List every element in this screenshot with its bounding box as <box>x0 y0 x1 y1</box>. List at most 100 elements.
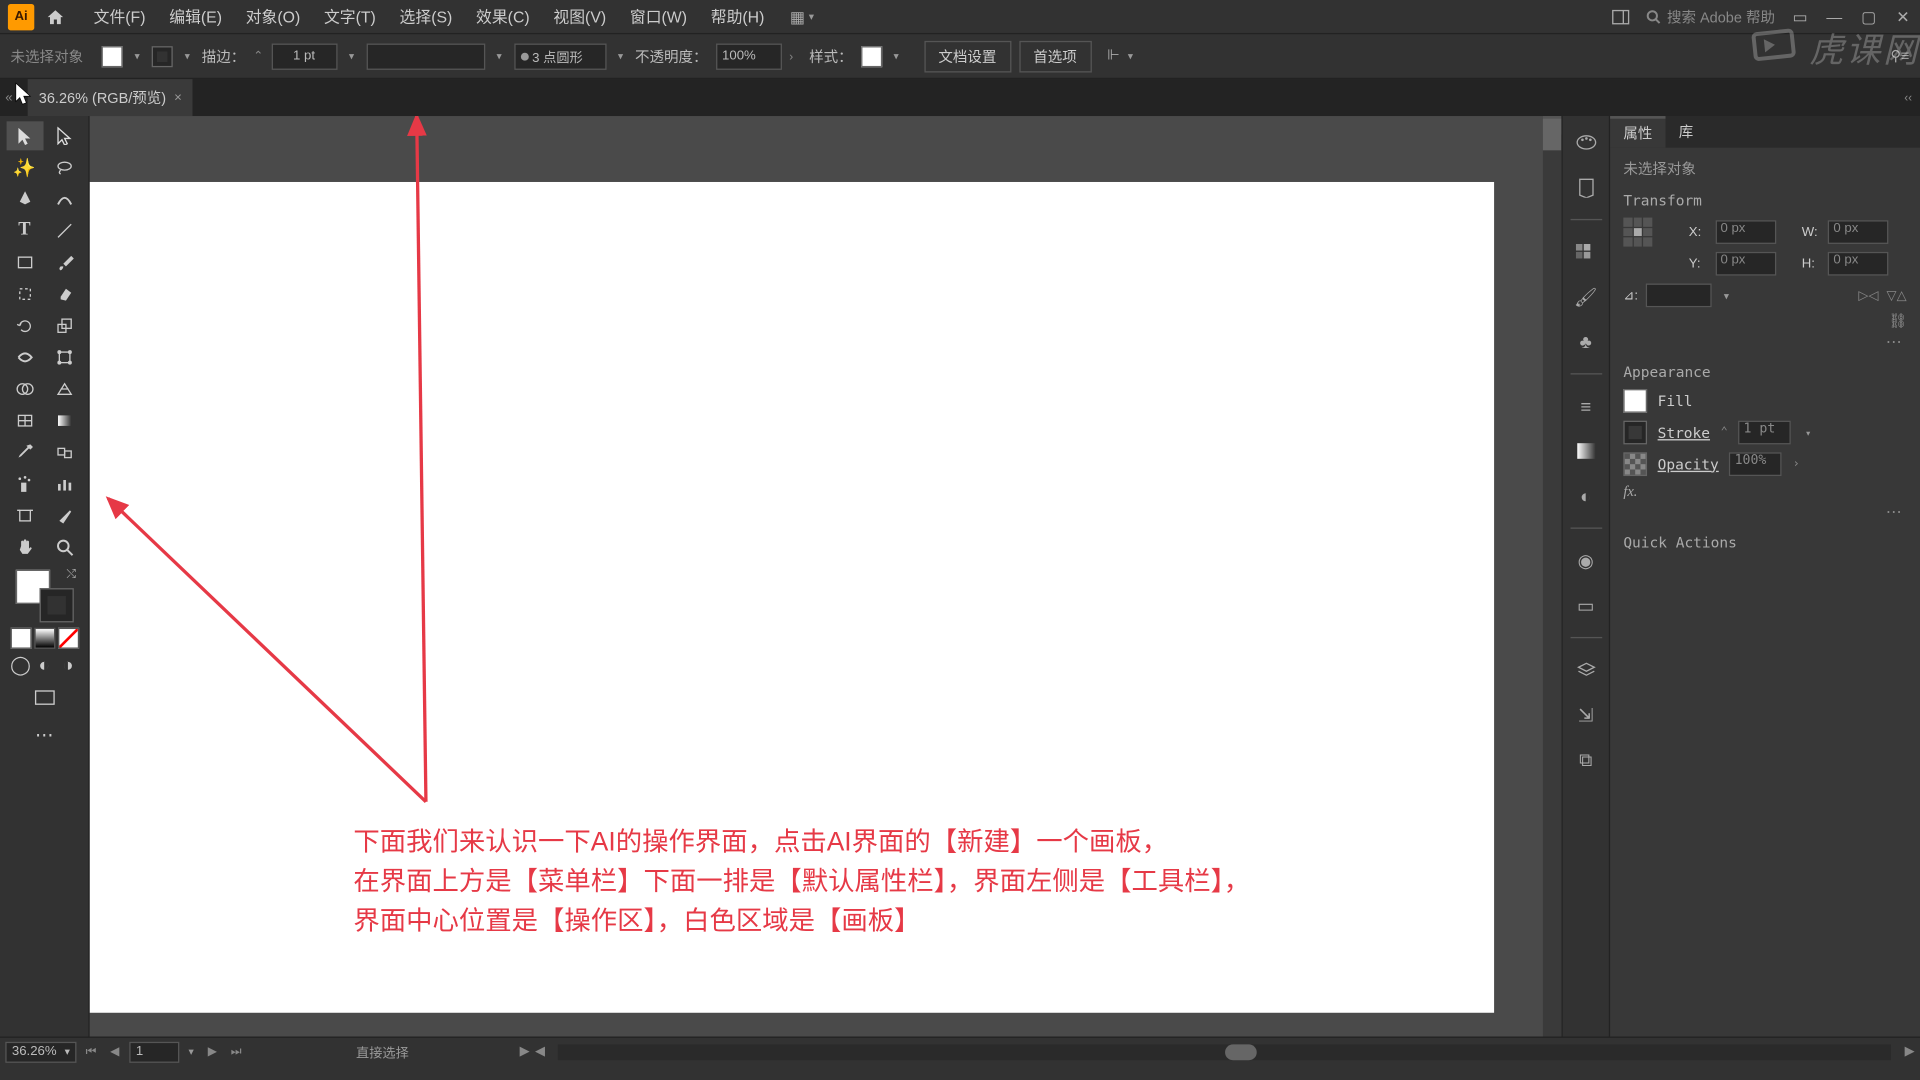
brush-dd[interactable]: 3 点圆形 <box>514 43 606 69</box>
graphic-styles-panel-icon[interactable]: ▭ <box>1570 589 1602 621</box>
link-wh-icon[interactable]: ⛓ <box>1888 313 1906 330</box>
transparency-panel-icon[interactable]: ◐ <box>1570 480 1602 512</box>
menu-file[interactable]: 文件(F) <box>82 0 158 33</box>
opacity-input[interactable]: 100% <box>715 43 781 69</box>
stroke-weight-dd[interactable] <box>345 47 358 65</box>
color-panel-icon[interactable] <box>1570 127 1602 159</box>
share-icon[interactable]: ▭ <box>1786 3 1815 29</box>
drawmode-normal[interactable]: ◯ <box>10 654 31 675</box>
paintbrush-tool[interactable] <box>45 248 82 277</box>
mesh-tool[interactable] <box>6 406 43 435</box>
eyedropper-tool[interactable] <box>6 438 43 467</box>
search-box[interactable]: 搜索 Adobe 帮助 <box>1646 6 1775 27</box>
eraser-tool[interactable] <box>45 280 82 309</box>
menu-select[interactable]: 选择(S) <box>388 0 464 33</box>
h-input[interactable]: 0 px <box>1828 252 1889 276</box>
document-tab-close[interactable]: × <box>174 90 182 105</box>
symbol-sprayer-tool[interactable] <box>6 469 43 498</box>
drawmode-inside[interactable]: ◑ <box>57 654 78 675</box>
lasso-tool[interactable] <box>45 153 82 182</box>
artboards-panel-icon[interactable]: ⧉ <box>1570 744 1602 776</box>
scale-tool[interactable] <box>45 311 82 340</box>
w-input[interactable]: 0 px <box>1828 220 1889 244</box>
stroke-weight-input[interactable]: 1 pt <box>271 43 337 69</box>
curvature-tool[interactable] <box>45 185 82 214</box>
gradient-tool[interactable] <box>45 406 82 435</box>
artboard-number[interactable]: 1 <box>129 1041 179 1062</box>
var-width-profile[interactable] <box>366 43 485 69</box>
doc-setup-button[interactable]: 文档设置 <box>924 40 1011 72</box>
last-artboard-icon[interactable]: ⏭ <box>227 1042 245 1060</box>
preferences-button[interactable]: 首选项 <box>1019 40 1092 72</box>
appearance-options[interactable]: ⋯ <box>1623 500 1907 524</box>
gradient-panel-icon[interactable] <box>1570 435 1602 467</box>
menu-window[interactable]: 窗口(W) <box>618 0 699 33</box>
magic-wand-tool[interactable]: ✨ <box>6 153 43 182</box>
type-tool[interactable]: T <box>6 216 43 245</box>
selection-tool[interactable] <box>6 121 43 150</box>
panel-collapse-icon[interactable]: ‹‹ <box>1904 79 1920 116</box>
prev-artboard-icon[interactable]: ◀ <box>105 1042 123 1060</box>
tab-properties[interactable]: 属性 <box>1610 116 1665 148</box>
opacity-input-panel[interactable]: 100% <box>1729 452 1782 476</box>
y-input[interactable]: 0 px <box>1715 252 1776 276</box>
flip-v-icon[interactable]: ▽△ <box>1887 288 1907 303</box>
symbols-panel-icon[interactable]: ♣ <box>1570 326 1602 358</box>
color-mode[interactable] <box>10 628 31 649</box>
artboard-tool[interactable] <box>6 501 43 530</box>
asset-export-panel-icon[interactable]: ⇲ <box>1570 699 1602 731</box>
fill-dd[interactable] <box>131 47 144 65</box>
next-artboard-icon[interactable]: ▶ <box>203 1042 221 1060</box>
reference-point[interactable] <box>1623 218 1652 247</box>
color-guide-panel-icon[interactable] <box>1570 171 1602 203</box>
stroke-swatch[interactable] <box>152 45 173 66</box>
width-tool[interactable] <box>6 343 43 372</box>
zoom-dropdown[interactable]: 36.26%▾ <box>5 1041 76 1062</box>
menu-object[interactable]: 对象(O) <box>234 0 312 33</box>
fx-label[interactable]: fx. <box>1623 484 1907 500</box>
maximize-icon[interactable]: ▢ <box>1854 3 1883 29</box>
tab-libraries[interactable]: 库 <box>1666 116 1707 148</box>
opacity-swatch-panel[interactable] <box>1623 452 1647 476</box>
gradient-mode[interactable] <box>34 628 55 649</box>
tabs-scroll[interactable]: « × <box>0 79 28 116</box>
direct-selection-tool[interactable] <box>45 121 82 150</box>
perspective-tool[interactable] <box>45 375 82 404</box>
arrange-docs-icon[interactable]: ▦ <box>789 3 818 29</box>
slice-tool[interactable] <box>45 501 82 530</box>
screen-mode[interactable] <box>26 683 63 712</box>
first-artboard-icon[interactable]: ⏮ <box>82 1042 100 1060</box>
line-tool[interactable] <box>45 216 82 245</box>
rectangle-tool[interactable] <box>6 248 43 277</box>
align-icon[interactable]: ⊩ <box>1107 46 1137 65</box>
stroke-panel-icon[interactable]: ≡ <box>1570 390 1602 422</box>
canvas-area[interactable]: 下面我们来认识一下AI的操作界面，点击AI界面的【新建】一个画板， 在界面上方是… <box>90 116 1562 1036</box>
menu-view[interactable]: 视图(V) <box>542 0 618 33</box>
stroke-weight-panel[interactable]: 1 pt <box>1738 421 1791 445</box>
swap-fill-stroke-icon[interactable]: ⤭ <box>66 567 75 582</box>
free-transform-tool[interactable] <box>45 343 82 372</box>
workspace-icon[interactable] <box>1606 3 1635 29</box>
horizontal-scrollbar[interactable] <box>558 1044 1891 1060</box>
zoom-tool[interactable] <box>45 533 82 562</box>
home-icon[interactable] <box>42 3 68 29</box>
transform-options[interactable]: ⋯ <box>1623 330 1907 354</box>
stroke-color[interactable] <box>39 588 73 622</box>
fill-swatch-panel[interactable] <box>1623 389 1647 413</box>
edit-toolbar[interactable]: ⋯ <box>26 720 63 749</box>
none-mode[interactable] <box>57 628 78 649</box>
swatches-panel-icon[interactable] <box>1570 236 1602 268</box>
fill-stroke-indicator[interactable]: ⤭ <box>15 570 73 623</box>
menu-effect[interactable]: 效果(C) <box>464 0 541 33</box>
layers-panel-icon[interactable] <box>1570 654 1602 686</box>
column-graph-tool[interactable] <box>45 469 82 498</box>
brushes-panel-icon[interactable]: 🖌 <box>1570 281 1602 313</box>
document-tab[interactable]: 36.26% (RGB/预览) × <box>28 79 192 116</box>
fill-swatch[interactable] <box>102 45 123 66</box>
pin-icon[interactable]: ⚲≡ <box>1890 47 1909 64</box>
menu-help[interactable]: 帮助(H) <box>699 0 776 33</box>
shaper-tool[interactable] <box>6 280 43 309</box>
hand-tool[interactable] <box>6 533 43 562</box>
stroke-swatch-panel[interactable] <box>1623 421 1647 445</box>
menu-edit[interactable]: 编辑(E) <box>157 0 233 33</box>
